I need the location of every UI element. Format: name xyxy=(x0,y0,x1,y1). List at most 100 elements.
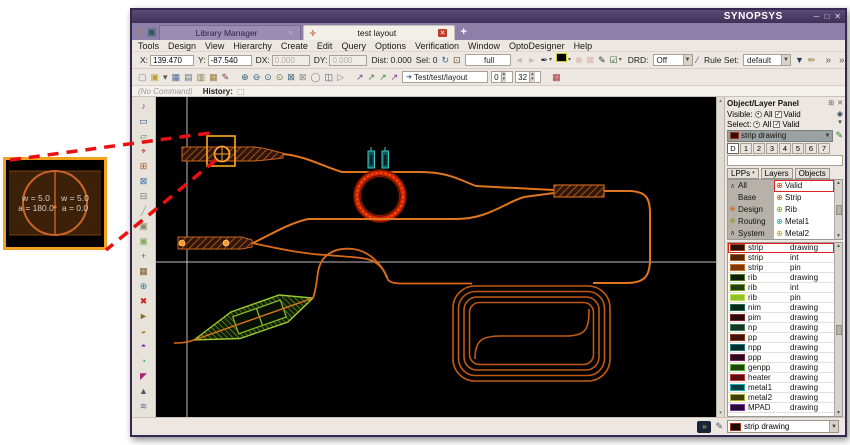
measure-tool-icon[interactable]: ◒ xyxy=(141,324,146,339)
via-tool-icon[interactable]: ◔ xyxy=(141,354,146,369)
layer-row-metal1-drawing[interactable]: metal1 drawing xyxy=(728,383,834,393)
layers-scrollbar[interactable]: ▲ ▼ xyxy=(834,243,842,416)
technology-cell-metal2[interactable]: ⊕ Metal2 xyxy=(774,227,834,239)
capture-icon[interactable]: ▥ xyxy=(197,70,206,84)
layer-row-rib-int[interactable]: rib int xyxy=(728,283,834,293)
menu-query[interactable]: Query xyxy=(341,41,366,51)
select-box-icon[interactable]: ⊡ xyxy=(453,53,461,67)
fill-tool-icon[interactable]: ▦ xyxy=(139,264,148,279)
descend-hierarchy-icon[interactable]: ↗ xyxy=(356,70,364,84)
toolbar-overflow-button[interactable]: » xyxy=(825,55,831,66)
rect-tool-icon[interactable]: ▭ xyxy=(139,114,148,129)
ruleset-combo[interactable]: default ▼ xyxy=(743,54,792,66)
layer-row-np-drawing[interactable]: np drawing xyxy=(728,323,834,333)
panel-dock-icon[interactable]: ⊞ xyxy=(828,99,834,107)
panel-refresh-icon[interactable]: ◉ xyxy=(837,111,843,119)
group-name-routing[interactable]: Routing xyxy=(737,215,774,228)
layer-row-pim-drawing[interactable]: pim drawing xyxy=(728,313,834,323)
slash-tool-icon[interactable]: ╱ xyxy=(141,204,146,219)
tab-close-icon[interactable]: ✕ xyxy=(437,29,448,37)
layer-row-strip-pin[interactable]: strip pin xyxy=(728,263,834,273)
zoom-fit-icon[interactable]: ⊙ xyxy=(276,70,284,84)
layer-row-rib-drawing[interactable]: rib drawing xyxy=(728,273,834,283)
display-level-2[interactable]: 2 xyxy=(753,142,765,154)
group-name-base[interactable]: Base xyxy=(737,191,774,204)
display-level-6[interactable]: 6 xyxy=(805,142,817,154)
menu-optodesigner[interactable]: OptoDesigner xyxy=(509,41,565,51)
grid-icon[interactable]: ▦ xyxy=(552,70,561,84)
layer-row-ppp-drawing[interactable]: ppp drawing xyxy=(728,353,834,363)
layer-row-nim-drawing[interactable]: nim drawing xyxy=(728,303,834,313)
menu-help[interactable]: Help xyxy=(574,41,593,51)
view-prev-icon[interactable]: ◄ xyxy=(515,53,524,67)
new-tab-button[interactable]: + xyxy=(461,25,467,40)
help-pen-icon[interactable]: ✎ xyxy=(222,70,230,84)
close-shape-tool-icon[interactable]: ⊠ xyxy=(140,174,148,189)
menu-edit[interactable]: Edit xyxy=(317,41,333,51)
drd-mode-combo[interactable]: Off ▼ xyxy=(652,54,693,66)
stylus-tool-icon-dropdown[interactable]: ▾ xyxy=(549,53,552,67)
menu-options[interactable]: Options xyxy=(375,41,406,51)
ascend-hierarchy-icon[interactable]: ↗ xyxy=(368,70,376,84)
layers-tool-icon[interactable]: ≋ xyxy=(140,399,148,414)
library-icon[interactable]: ▣ xyxy=(147,25,156,40)
select-valid-checkbox[interactable]: ✓ xyxy=(773,120,781,128)
filter-funnel-icon[interactable]: ▼ xyxy=(795,53,804,67)
active-layer-combo[interactable]: strip drawing ▼ xyxy=(727,129,834,142)
console-icon[interactable]: » xyxy=(697,420,712,433)
drd-check-icon[interactable]: ☑ xyxy=(610,53,618,67)
display-level-4[interactable]: 4 xyxy=(779,142,791,154)
clone-tool-icon[interactable]: ▱ xyxy=(140,129,147,144)
tab-library-manager[interactable]: Library Manager ✕ xyxy=(158,25,301,40)
menu-design[interactable]: Design xyxy=(168,41,196,51)
technology-cell-valid[interactable]: ⊕ Valid xyxy=(774,180,834,192)
panel-tab-objects[interactable]: Objects xyxy=(794,167,830,179)
technology-cell-metal1[interactable]: ⊕ Metal1 xyxy=(774,215,834,227)
menu-verification[interactable]: Verification xyxy=(415,41,459,51)
view-next-icon[interactable]: ► xyxy=(528,53,537,67)
history-label[interactable]: History: xyxy=(203,87,233,96)
minimize-button[interactable]: ─ xyxy=(814,12,820,22)
group-name-all[interactable]: All xyxy=(737,180,774,192)
display-level-5[interactable]: 5 xyxy=(792,142,804,154)
print-icon[interactable]: ▤ xyxy=(184,70,193,84)
layer-row-rib-pin[interactable]: rib pin xyxy=(728,293,834,303)
layer-row-MPAD-drawing[interactable]: MPAD drawing xyxy=(728,403,834,413)
save-icon[interactable]: ▦ xyxy=(172,70,181,84)
layer-row-pp-drawing[interactable]: pp drawing xyxy=(728,333,834,343)
delete-tool-icon[interactable]: ✖ xyxy=(140,294,148,309)
status-layer-combo[interactable]: strip drawing ▼ xyxy=(727,420,839,433)
stylus-tool-icon[interactable]: ✒ xyxy=(540,53,548,67)
view-level-combo[interactable]: full xyxy=(464,54,511,66)
layer-row-genpp-drawing[interactable]: genpp drawing xyxy=(728,363,834,373)
level-min-spinner[interactable]: 0 ▴ ▾ xyxy=(491,71,514,83)
layer-row-heater-drawing[interactable]: heater drawing xyxy=(728,373,834,383)
play-icon[interactable]: ▷ xyxy=(337,70,344,84)
open-dropdown-icon[interactable]: ▾ xyxy=(163,70,168,84)
tab-test-layout[interactable]: ✛ test layout ✕ xyxy=(302,25,455,40)
x-input[interactable] xyxy=(150,54,195,66)
level-max-spinner[interactable]: 32 ▴ ▾ xyxy=(515,71,542,83)
y-input[interactable] xyxy=(207,54,252,66)
menu-create[interactable]: Create xyxy=(281,41,308,51)
menu-view[interactable]: View xyxy=(205,41,224,51)
select-all-radio[interactable]: • xyxy=(753,120,761,128)
spline-edit-icon[interactable]: ✎ xyxy=(715,421,723,432)
corner-tool-icon[interactable]: ◤ xyxy=(140,369,147,384)
panel-rail-dropdown-icon[interactable]: ▾ xyxy=(838,119,842,127)
return-hierarchy-icon[interactable]: ↗ xyxy=(391,70,399,84)
technology-cell-rib[interactable]: ⊕ Rib xyxy=(774,204,834,216)
menu-window[interactable]: Window xyxy=(468,41,500,51)
layer-filter-input[interactable] xyxy=(727,155,843,166)
canvas-scrollbar[interactable]: ▴ ▾ xyxy=(716,97,725,417)
command-line[interactable]: (No Command) History: ⬚ xyxy=(132,86,845,97)
pan-view-icon[interactable]: ◫ xyxy=(325,70,334,84)
panel-close-icon[interactable]: ✕ xyxy=(837,99,843,107)
up-tool-icon[interactable]: ▲ xyxy=(139,384,148,399)
copy-tool-icon[interactable]: ▣ xyxy=(139,219,148,234)
display-level-3[interactable]: 3 xyxy=(766,142,778,154)
palette-edit-icon[interactable]: ✎ xyxy=(835,130,843,141)
layout-canvas[interactable] xyxy=(156,97,716,417)
pin-tool-icon[interactable]: ⌖ xyxy=(141,144,146,159)
tab-close-icon[interactable]: ✕ xyxy=(288,29,294,37)
